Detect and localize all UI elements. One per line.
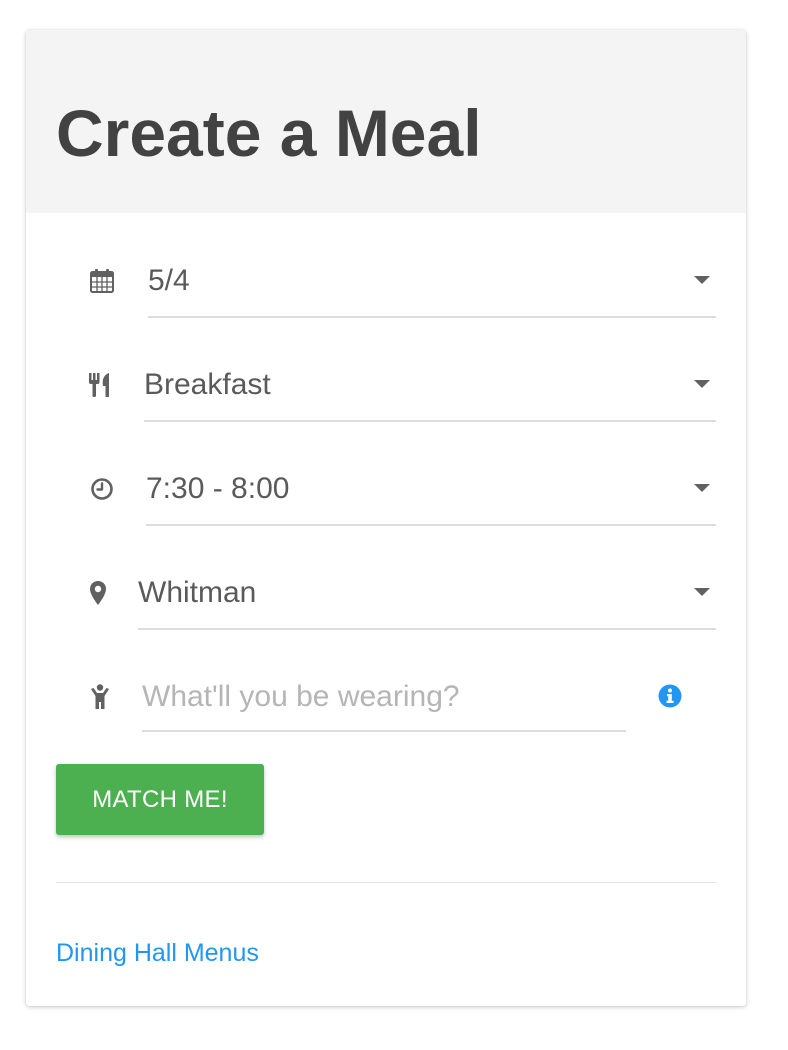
- time-select[interactable]: 7:30 - 8:00: [146, 456, 716, 526]
- wearing-field-row: [26, 662, 746, 732]
- clock-icon: [88, 475, 116, 503]
- date-field-row: 5/4: [26, 246, 746, 318]
- meal-select[interactable]: Breakfast: [144, 352, 716, 422]
- page-title: Create a Meal: [56, 96, 482, 170]
- location-select[interactable]: Whitman: [138, 560, 716, 630]
- meal-field-row: Breakfast: [26, 350, 746, 422]
- chevron-down-icon: [694, 588, 710, 596]
- meal-select-value: Breakfast: [144, 368, 271, 401]
- person-icon: [86, 683, 114, 711]
- chevron-down-icon: [694, 380, 710, 388]
- card-header: Create a Meal: [26, 30, 746, 213]
- date-select[interactable]: 5/4: [148, 248, 716, 318]
- date-select-value: 5/4: [148, 264, 190, 297]
- location-select-value: Whitman: [138, 576, 257, 609]
- divider: [56, 882, 716, 883]
- dining-hall-menus-link[interactable]: Dining Hall Menus: [56, 938, 259, 968]
- info-icon[interactable]: [658, 684, 682, 708]
- time-field-row: 7:30 - 8:00: [26, 454, 746, 526]
- utensils-icon: [86, 371, 114, 399]
- map-marker-icon: [84, 579, 112, 607]
- time-select-value: 7:30 - 8:00: [146, 472, 290, 505]
- chevron-down-icon: [694, 484, 710, 492]
- create-meal-card: Create a Meal 5/4 Breakfast 7:30 - 8:00 …: [26, 30, 746, 1006]
- match-me-button[interactable]: MATCH ME!: [56, 764, 264, 835]
- wearing-input[interactable]: [142, 664, 626, 732]
- location-field-row: Whitman: [26, 558, 746, 630]
- chevron-down-icon: [694, 276, 710, 284]
- calendar-icon: [88, 267, 116, 295]
